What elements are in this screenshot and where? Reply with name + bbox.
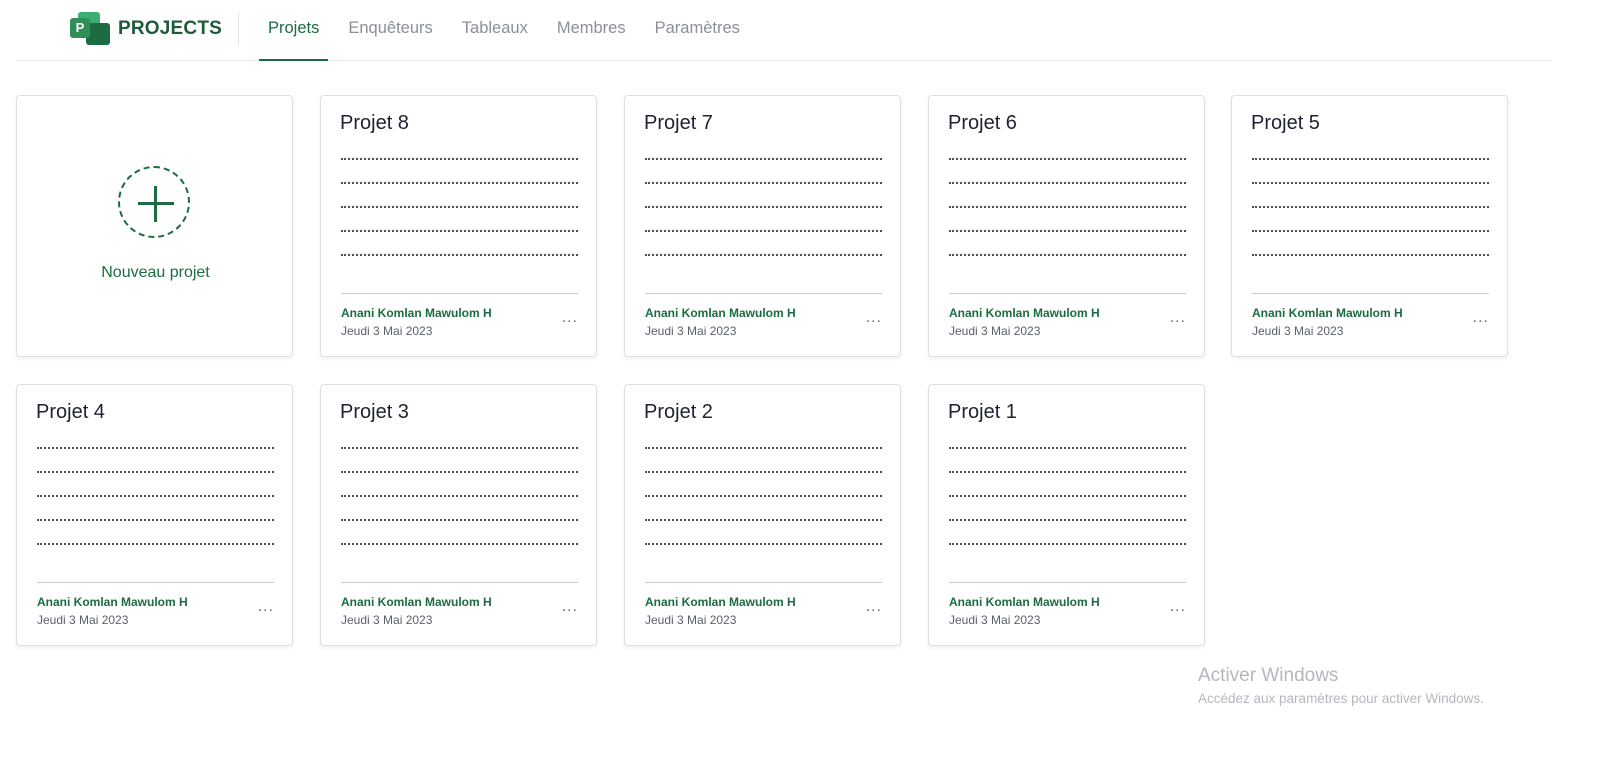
nav-tab-membres[interactable]: Membres: [548, 0, 635, 60]
project-author: Anani Komlan Mawulom H: [645, 595, 796, 609]
more-horizontal-icon[interactable]: ...: [866, 599, 882, 615]
project-date: Jeudi 3 Mai 2023: [949, 324, 1041, 338]
project-card[interactable]: Projet 4 Anani Komlan Mawulom H Jeudi 3 …: [16, 384, 293, 646]
description-placeholder-lines: [1252, 158, 1489, 278]
project-title: Projet 6: [948, 112, 1017, 134]
more-horizontal-icon[interactable]: ...: [258, 599, 274, 615]
project-author: Anani Komlan Mawulom H: [341, 306, 492, 320]
project-author: Anani Komlan Mawulom H: [949, 306, 1100, 320]
new-project-label: Nouveau projet: [101, 264, 210, 281]
project-title: Projet 1: [948, 401, 1017, 423]
top-navigation-bar: P PROJECTS Projets Enquêteurs Tableaux M…: [16, 0, 1552, 61]
nav-tab-enqueteurs[interactable]: Enquêteurs: [339, 0, 441, 60]
project-card[interactable]: Projet 2 Anani Komlan Mawulom H Jeudi 3 …: [624, 384, 901, 646]
card-divider: [949, 293, 1186, 294]
card-divider: [645, 582, 882, 583]
windows-activation-watermark: Activer Windows Accédez aux paramètres p…: [1198, 665, 1484, 706]
project-title: Projet 8: [340, 112, 409, 134]
project-title: Projet 4: [36, 401, 105, 423]
card-divider: [645, 293, 882, 294]
card-divider: [1252, 293, 1489, 294]
watermark-title: Activer Windows: [1198, 665, 1339, 686]
card-divider: [341, 293, 578, 294]
project-date: Jeudi 3 Mai 2023: [645, 613, 737, 627]
watermark-subtitle: Accédez aux paramètres pour activer Wind…: [1198, 691, 1484, 706]
card-divider: [37, 582, 274, 583]
project-card[interactable]: Projet 6 Anani Komlan Mawulom H Jeudi 3 …: [928, 95, 1205, 357]
description-placeholder-lines: [949, 447, 1186, 567]
project-date: Jeudi 3 Mai 2023: [341, 324, 433, 338]
header-divider: [238, 12, 239, 46]
more-horizontal-icon[interactable]: ...: [562, 310, 578, 326]
project-card[interactable]: Projet 5 Anani Komlan Mawulom H Jeudi 3 …: [1231, 95, 1508, 357]
project-author: Anani Komlan Mawulom H: [645, 306, 796, 320]
description-placeholder-lines: [949, 158, 1186, 278]
project-date: Jeudi 3 Mai 2023: [37, 613, 129, 627]
project-author: Anani Komlan Mawulom H: [949, 595, 1100, 609]
project-author: Anani Komlan Mawulom H: [1252, 306, 1403, 320]
app-logo[interactable]: P PROJECTS: [70, 12, 250, 46]
new-project-card[interactable]: Nouveau projet: [16, 95, 293, 357]
app-name: PROJECTS: [118, 18, 223, 39]
project-date: Jeudi 3 Mai 2023: [341, 613, 433, 627]
more-horizontal-icon[interactable]: ...: [562, 599, 578, 615]
more-horizontal-icon[interactable]: ...: [1170, 599, 1186, 615]
project-date: Jeudi 3 Mai 2023: [949, 613, 1041, 627]
description-placeholder-lines: [645, 158, 882, 278]
project-title: Projet 3: [340, 401, 409, 423]
projects-logo-icon: P: [70, 12, 110, 46]
card-divider: [949, 582, 1186, 583]
project-author: Anani Komlan Mawulom H: [37, 595, 188, 609]
project-date: Jeudi 3 Mai 2023: [645, 324, 737, 338]
more-horizontal-icon[interactable]: ...: [1170, 310, 1186, 326]
more-horizontal-icon[interactable]: ...: [866, 310, 882, 326]
description-placeholder-lines: [341, 158, 578, 278]
plus-circle-icon[interactable]: [118, 166, 190, 238]
nav-tab-parametres[interactable]: Paramètres: [646, 0, 749, 60]
description-placeholder-lines: [341, 447, 578, 567]
project-card[interactable]: Projet 8 Anani Komlan Mawulom H Jeudi 3 …: [320, 95, 597, 357]
project-date: Jeudi 3 Mai 2023: [1252, 324, 1344, 338]
project-card[interactable]: Projet 7 Anani Komlan Mawulom H Jeudi 3 …: [624, 95, 901, 357]
project-card[interactable]: Projet 3 Anani Komlan Mawulom H Jeudi 3 …: [320, 384, 597, 646]
project-title: Projet 7: [644, 112, 713, 134]
project-title: Projet 2: [644, 401, 713, 423]
project-author: Anani Komlan Mawulom H: [341, 595, 492, 609]
project-card[interactable]: Projet 1 Anani Komlan Mawulom H Jeudi 3 …: [928, 384, 1205, 646]
project-title: Projet 5: [1251, 112, 1320, 134]
description-placeholder-lines: [645, 447, 882, 567]
nav-tab-tableaux[interactable]: Tableaux: [453, 0, 537, 60]
description-placeholder-lines: [37, 447, 274, 567]
main-nav: Projets Enquêteurs Tableaux Membres Para…: [259, 0, 760, 61]
nav-tab-projets[interactable]: Projets: [259, 0, 329, 61]
more-horizontal-icon[interactable]: ...: [1473, 310, 1489, 326]
card-divider: [341, 582, 578, 583]
